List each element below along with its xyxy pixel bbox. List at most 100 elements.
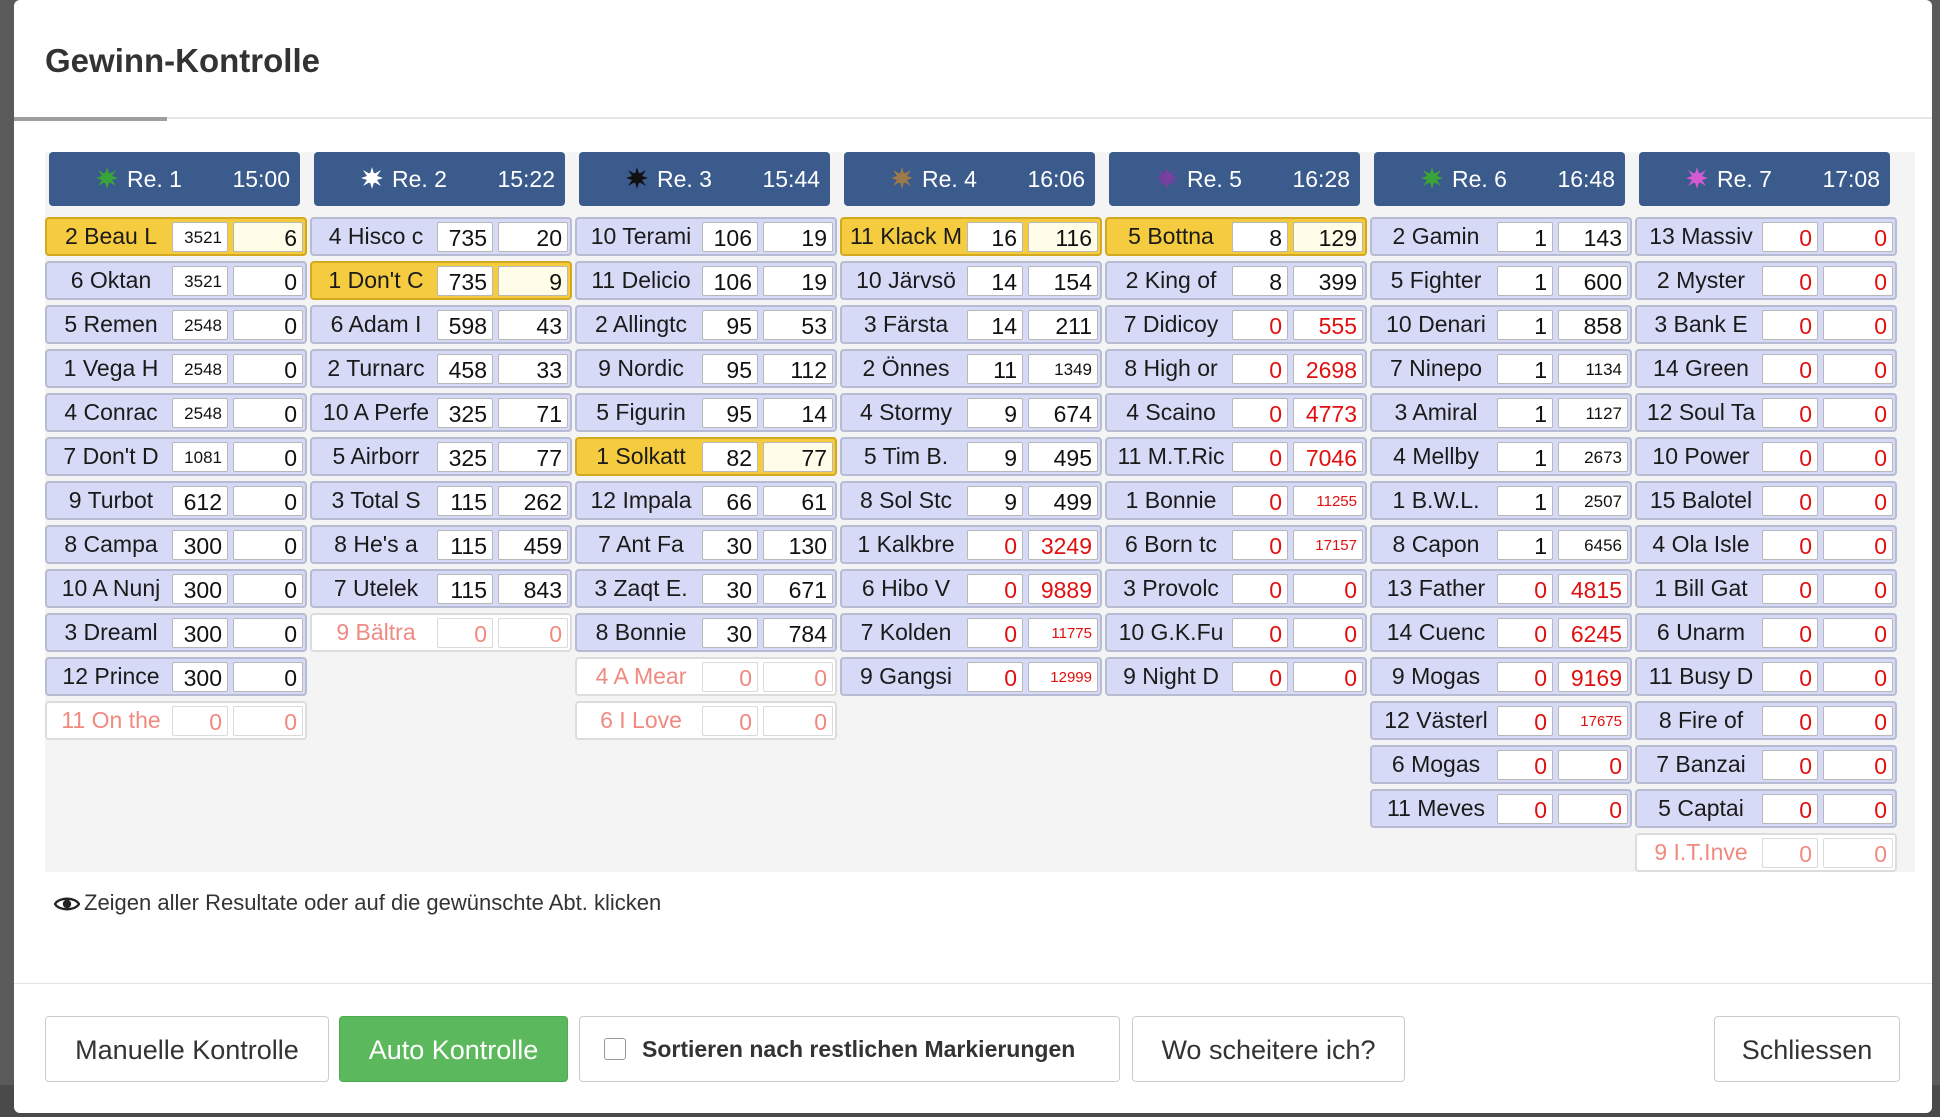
horse-row[interactable]: 9 Mogas 0 9169: [1370, 657, 1632, 696]
horse-row[interactable]: 5 Remen 2548 0: [45, 305, 307, 344]
horse-row[interactable]: 6 Hibo V 0 9889: [840, 569, 1102, 608]
horse-row[interactable]: 5 Figurin 95 14: [575, 393, 837, 432]
horse-row[interactable]: 3 Färsta 14 211: [840, 305, 1102, 344]
horse-row[interactable]: 6 Adam I 598 43: [310, 305, 572, 344]
horse-row[interactable]: 10 Power 0 0: [1635, 437, 1897, 476]
horse-row[interactable]: 5 Tim B. 9 495: [840, 437, 1102, 476]
horse-row[interactable]: 1 Don't C 735 9: [310, 261, 572, 300]
horse-row[interactable]: 1 Kalkbre 0 3249: [840, 525, 1102, 564]
horse-row[interactable]: 2 Myster 0 0: [1635, 261, 1897, 300]
hint-text-row[interactable]: Zeigen aller Resultate oder auf die gewü…: [53, 890, 661, 920]
horse-row[interactable]: 9 Turbot 612 0: [45, 481, 307, 520]
horse-row[interactable]: 5 Bottna 8 129: [1105, 217, 1367, 256]
sort-checkbox[interactable]: [604, 1038, 626, 1060]
race-header[interactable]: Re. 2 15:22: [314, 152, 565, 206]
horse-row[interactable]: 6 Oktan 3521 0: [45, 261, 307, 300]
horse-row[interactable]: 11 Meves 0 0: [1370, 789, 1632, 828]
horse-row[interactable]: 1 Vega H 2548 0: [45, 349, 307, 388]
horse-row[interactable]: 12 Soul Ta 0 0: [1635, 393, 1897, 432]
race-header[interactable]: Re. 5 16:28: [1109, 152, 1360, 206]
horse-row[interactable]: 3 Zaqt E. 30 671: [575, 569, 837, 608]
horse-row[interactable]: 11 Klack M 16 116: [840, 217, 1102, 256]
horse-row[interactable]: 10 G.K.Fu 0 0: [1105, 613, 1367, 652]
horse-row[interactable]: 2 King of 8 399: [1105, 261, 1367, 300]
horse-row[interactable]: 4 Ola Isle 0 0: [1635, 525, 1897, 564]
horse-row[interactable]: 4 Scaino 0 4773: [1105, 393, 1367, 432]
horse-row[interactable]: 1 Bonnie 0 11255: [1105, 481, 1367, 520]
horse-row[interactable]: 4 Stormy 9 674: [840, 393, 1102, 432]
horse-row[interactable]: 2 Beau L 3521 6: [45, 217, 307, 256]
horse-row[interactable]: 6 Mogas 0 0: [1370, 745, 1632, 784]
horse-row[interactable]: 15 Balotel 0 0: [1635, 481, 1897, 520]
horse-row[interactable]: 10 Denari 1 858: [1370, 305, 1632, 344]
horse-row[interactable]: 2 Allingtc 95 53: [575, 305, 837, 344]
horse-row[interactable]: 12 Prince 300 0: [45, 657, 307, 696]
horse-row[interactable]: 3 Provolc 0 0: [1105, 569, 1367, 608]
horse-row[interactable]: 8 Sol Stc 9 499: [840, 481, 1102, 520]
horse-row[interactable]: 6 Born tc 0 17157: [1105, 525, 1367, 564]
horse-row[interactable]: 12 Impala 66 61: [575, 481, 837, 520]
horse-row[interactable]: 7 Utelek 115 843: [310, 569, 572, 608]
horse-row[interactable]: 8 Fire of 0 0: [1635, 701, 1897, 740]
horse-row[interactable]: 8 Campa 300 0: [45, 525, 307, 564]
horse-row[interactable]: 7 Didicoy 0 555: [1105, 305, 1367, 344]
horse-row[interactable]: 7 Banzai 0 0: [1635, 745, 1897, 784]
horse-row[interactable]: 10 Järvsö 14 154: [840, 261, 1102, 300]
horse-row[interactable]: 11 On the 0 0: [45, 701, 307, 740]
horse-row[interactable]: 4 Hisco c 735 20: [310, 217, 572, 256]
horse-row[interactable]: 8 Capon 1 6456: [1370, 525, 1632, 564]
horse-row[interactable]: 9 I.T.Inve 0 0: [1635, 833, 1897, 872]
horse-row[interactable]: 9 Nordic 95 112: [575, 349, 837, 388]
horse-row[interactable]: 1 Bill Gat 0 0: [1635, 569, 1897, 608]
horse-row[interactable]: 2 Önnes 11 1349: [840, 349, 1102, 388]
horse-row[interactable]: 5 Captai 0 0: [1635, 789, 1897, 828]
horse-row[interactable]: 4 A Mear 0 0: [575, 657, 837, 696]
horse-row[interactable]: 7 Ninepo 1 1134: [1370, 349, 1632, 388]
horse-row[interactable]: 1 Solkatt 82 77: [575, 437, 837, 476]
horse-row[interactable]: 3 Bank E 00: [1635, 305, 1897, 344]
race-header[interactable]: Re. 3 15:44: [579, 152, 830, 206]
horse-row[interactable]: 12 Västerl 0 17675: [1370, 701, 1632, 740]
horse-row[interactable]: 9 Night D 00: [1105, 657, 1367, 696]
horse-row[interactable]: 9 Gangsi 0 12999: [840, 657, 1102, 696]
horse-row[interactable]: 11 M.T.Ric 0 7046: [1105, 437, 1367, 476]
horse-row[interactable]: 8 He's a 115 459: [310, 525, 572, 564]
horse-row[interactable]: 8 High or 0 2698: [1105, 349, 1367, 388]
horse-row[interactable]: 13 Father 0 4815: [1370, 569, 1632, 608]
horse-row[interactable]: 11 Delicio 106 19: [575, 261, 837, 300]
horse-row[interactable]: 14 Green 0 0: [1635, 349, 1897, 388]
horse-row[interactable]: 5 Fighter 1 600: [1370, 261, 1632, 300]
horse-row[interactable]: 3 Amiral 1 1127: [1370, 393, 1632, 432]
close-button[interactable]: Schliessen: [1714, 1016, 1900, 1082]
horse-row[interactable]: 6 I Love 0 0: [575, 701, 837, 740]
auto-control-button[interactable]: Auto Kontrolle: [339, 1016, 568, 1082]
horse-row[interactable]: 10 A Perfe 325 71: [310, 393, 572, 432]
race-header[interactable]: Re. 4 16:06: [844, 152, 1095, 206]
horse-row[interactable]: 4 Mellby 1 2673: [1370, 437, 1632, 476]
horse-row[interactable]: 4 Conrac 2548 0: [45, 393, 307, 432]
horse-row[interactable]: 2 Gamin 1 143: [1370, 217, 1632, 256]
horse-row[interactable]: 3 Total S 115 262: [310, 481, 572, 520]
race-header[interactable]: Re. 7 17:08: [1639, 152, 1890, 206]
horse-row[interactable]: 11 Busy D 00: [1635, 657, 1897, 696]
horse-row[interactable]: 1 B.W.L. 1 2507: [1370, 481, 1632, 520]
race-header[interactable]: Re. 6 16:48: [1374, 152, 1625, 206]
horse-row[interactable]: 13 Massiv 0 0: [1635, 217, 1897, 256]
horse-row[interactable]: 9 Bältra 0 0: [310, 613, 572, 652]
race-header[interactable]: Re. 1 15:00: [49, 152, 300, 206]
where-do-i-fail-button[interactable]: Wo scheitere ich?: [1132, 1016, 1405, 1082]
horse-name: 6 Born tc: [1124, 531, 1218, 557]
horse-row[interactable]: 7 Kolden 0 11775: [840, 613, 1102, 652]
horse-row[interactable]: 7 Don't D 1081 0: [45, 437, 307, 476]
horse-row[interactable]: 6 Unarm 0 0: [1635, 613, 1897, 652]
horse-row[interactable]: 8 Bonnie 30 784: [575, 613, 837, 652]
horse-row[interactable]: 5 Airborr 325 77: [310, 437, 572, 476]
horse-row[interactable]: 3 Dreaml 300 0: [45, 613, 307, 652]
horse-row[interactable]: 2 Turnarc 458 33: [310, 349, 572, 388]
horse-row[interactable]: 14 Cuenc 0 6245: [1370, 613, 1632, 652]
horse-row[interactable]: 7 Ant Fa 30 130: [575, 525, 837, 564]
manual-control-button[interactable]: Manuelle Kontrolle: [45, 1016, 329, 1082]
sort-remaining-marks-toggle[interactable]: Sortieren nach restlichen Markierungen: [579, 1016, 1120, 1082]
horse-row[interactable]: 10 Terami 106 19: [575, 217, 837, 256]
horse-row[interactable]: 10 A Nunj 300 0: [45, 569, 307, 608]
